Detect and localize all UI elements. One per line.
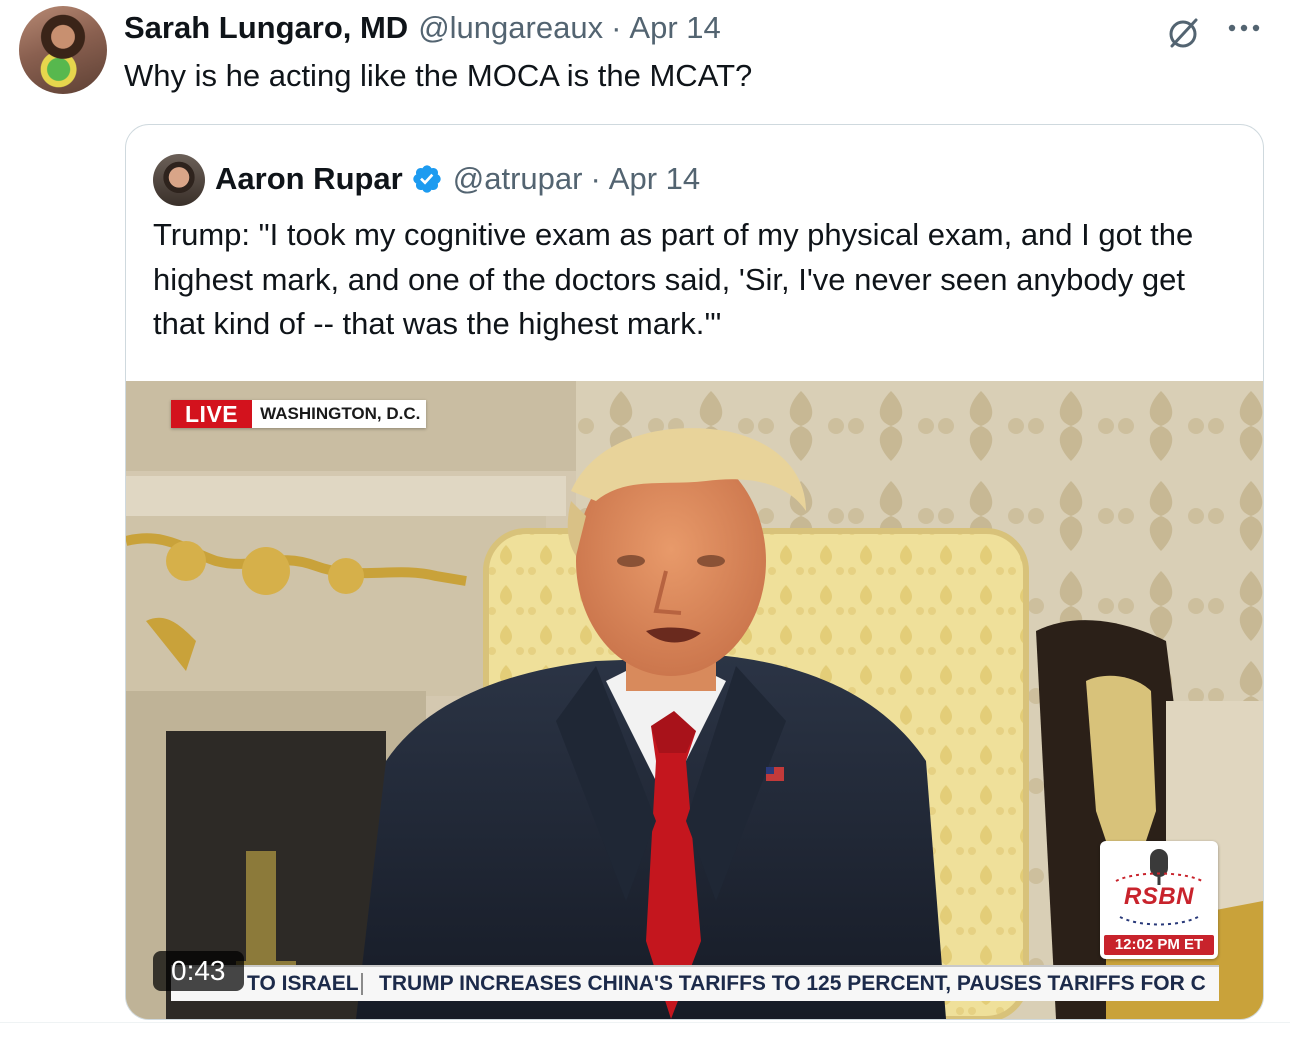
separator-dot: · xyxy=(611,10,622,45)
quoted-tweet-text: Trump: "I took my cognitive exam as part… xyxy=(153,217,1194,341)
rsbn-clock: 12:02 PM ET xyxy=(1104,935,1214,955)
verified-badge-icon xyxy=(413,165,441,193)
ticker-separator xyxy=(361,973,363,995)
grok-slash-circle-icon[interactable] xyxy=(1163,12,1203,52)
live-badge: LIVE WASHINGTON, D.C. xyxy=(171,400,427,428)
video-player[interactable]: LIVE WASHINGTON, D.C. RSBN 12:02 PM ET T… xyxy=(126,381,1263,1019)
quoted-tweet-date[interactable]: Apr 14 xyxy=(609,161,700,197)
quoted-separator-dot: · xyxy=(590,161,601,196)
video-duration-badge: 0:43 xyxy=(153,951,244,991)
ticker-previous-headline: TO ISRAEL xyxy=(247,972,359,995)
quoted-author-handle[interactable]: @atrupar xyxy=(453,161,583,197)
quoted-author-avatar[interactable] xyxy=(153,154,205,206)
quoted-author-name[interactable]: Aaron Rupar xyxy=(215,161,403,197)
live-location: WASHINGTON, D.C. xyxy=(252,400,427,428)
tweet-date[interactable]: Apr 14 xyxy=(629,10,720,46)
live-label: LIVE xyxy=(171,400,253,428)
quoted-tweet-card[interactable]: Aaron Rupar @atrupar · Apr 14 Trump: "I … xyxy=(125,124,1264,1020)
quoted-tweet-header: Aaron Rupar @atrupar · Apr 14 xyxy=(215,158,700,200)
author-name[interactable]: Sarah Lungaro, MD xyxy=(124,10,408,46)
video-frame xyxy=(126,381,1263,1019)
news-ticker: TO ISRAEL TRUMP INCREASES CHINA'S TARIFF… xyxy=(171,965,1219,1001)
author-avatar[interactable] xyxy=(19,6,107,94)
rsbn-logo-bug: RSBN 12:02 PM ET xyxy=(1100,841,1218,959)
tweet-divider xyxy=(0,1022,1290,1023)
author-handle[interactable]: @lungareaux xyxy=(418,10,603,46)
ticker-headline: TRUMP INCREASES CHINA'S TARIFFS TO 125 P… xyxy=(379,972,1206,995)
tweet[interactable]: Sarah Lungaro, MD @lungareaux · Apr 14 W… xyxy=(0,0,1290,1020)
rsbn-network-name: RSBN xyxy=(1123,883,1194,910)
tweet-header: Sarah Lungaro, MD @lungareaux · Apr 14 xyxy=(124,8,721,48)
tweet-text: Why is he acting like the MOCA is the MC… xyxy=(124,58,753,93)
more-horizontal-icon[interactable] xyxy=(1224,10,1264,46)
